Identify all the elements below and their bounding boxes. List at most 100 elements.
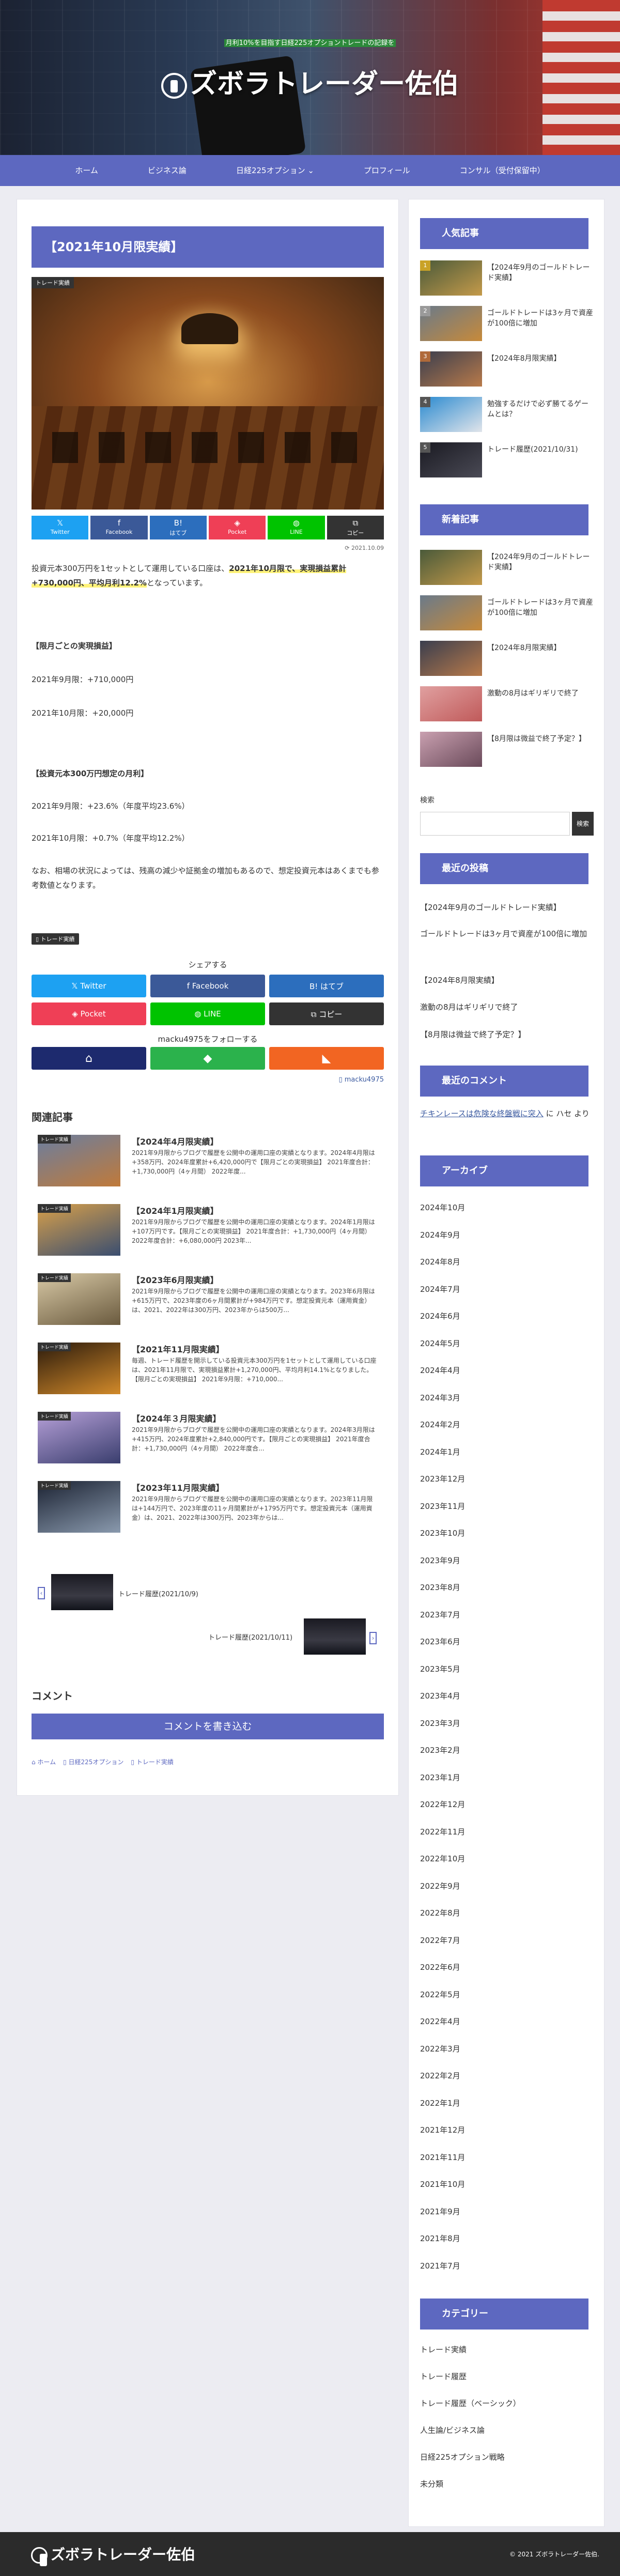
share-big-5-button[interactable]: ⧉ コピー (269, 1002, 384, 1025)
popular-thumb[interactable]: 2 (420, 306, 482, 341)
share-big-3-button[interactable]: ◈ Pocket (32, 1002, 146, 1025)
archive-link[interactable]: 2021年12月 (420, 2124, 594, 2135)
archive-link[interactable]: 2024年3月 (420, 1392, 594, 1403)
archive-link[interactable]: 2022年2月 (420, 2070, 594, 2081)
share-big-0-button[interactable]: 𝕏 Twitter (32, 975, 146, 997)
archive-link[interactable]: 2022年1月 (420, 2097, 594, 2108)
archive-link[interactable]: 2024年9月 (420, 1229, 594, 1240)
nav-item[interactable]: プロフィール (350, 155, 424, 186)
related-thumb[interactable]: トレード実績 (38, 1343, 120, 1394)
share-big-2-button[interactable]: B! はてブ (269, 975, 384, 997)
follow-0-button[interactable]: ⌂ (32, 1047, 146, 1070)
archive-link[interactable]: 2021年10月 (420, 2179, 594, 2189)
related-title[interactable]: 【2024年4月限実績】 (132, 1135, 379, 1147)
nav-item[interactable]: 日経225オプション ⌄ (223, 155, 328, 186)
archive-link[interactable]: 2022年10月 (420, 1853, 594, 1864)
popular-thumb[interactable]: 4 (420, 397, 482, 432)
recent-post-link[interactable]: 【2024年9月のゴールドトレード実績】 (420, 901, 594, 914)
related-thumb[interactable]: トレード実績 (38, 1204, 120, 1256)
archive-link[interactable]: 2023年12月 (420, 1473, 594, 1484)
popular-item[interactable]: 5 トレード履歴(2021/10/31) (420, 442, 594, 477)
nav-item[interactable]: ビジネス論 (134, 155, 200, 186)
search-button[interactable]: 検索 (572, 812, 594, 836)
archive-link[interactable]: 2022年9月 (420, 1880, 594, 1891)
category-link[interactable]: 人生論/ビジネス論 (420, 2425, 594, 2435)
related-thumb[interactable]: トレード実績 (38, 1135, 120, 1186)
recent-post-link[interactable]: 激動の8月はギリギリで終了 (420, 1000, 594, 1014)
comment-post-link[interactable]: チキンレースは危険な終盤戦に突入 (420, 1109, 544, 1118)
popular-item[interactable]: 3 【2024年8月限実績】 (420, 351, 594, 387)
archive-link[interactable]: 2021年11月 (420, 2152, 594, 2163)
related-thumb[interactable]: トレード実績 (38, 1273, 120, 1325)
archive-link[interactable]: 2022年11月 (420, 1826, 594, 1837)
prev-arrow-icon[interactable]: ‹ (38, 1587, 45, 1599)
follow-1-button[interactable]: ◆ (150, 1047, 265, 1070)
category-label[interactable]: トレード実績 (32, 277, 74, 288)
archive-link[interactable]: 2023年9月 (420, 1555, 594, 1566)
popular-item[interactable]: 1 【2024年9月のゴールドトレード実績】 (420, 260, 594, 296)
feedly-link[interactable]: ▯ macku4975 (306, 1076, 384, 1084)
archive-link[interactable]: 2023年8月 (420, 1582, 594, 1593)
recent-post-link[interactable]: 【2024年8月限実績】 (420, 974, 594, 987)
archive-link[interactable]: 2024年8月 (420, 1256, 594, 1267)
related-item[interactable]: トレード実績 【2021年11月限実績】 毎週、トレード履歴を開示している投資元本3… (38, 1343, 379, 1394)
archive-link[interactable]: 2024年6月 (420, 1310, 594, 1321)
related-item[interactable]: トレード実績 【2024年３月限実績】 2021年9月限からブログで履歴を公開中の運… (38, 1412, 379, 1463)
archive-link[interactable]: 2023年11月 (420, 1501, 594, 1511)
nav-item[interactable]: ホーム (61, 155, 112, 186)
related-item[interactable]: トレード実績 【2024年1月限実績】 2021年9月限からブログで履歴を公開中の運… (38, 1204, 379, 1256)
new-title[interactable]: 【2024年8月限実績】 (487, 643, 594, 653)
archive-link[interactable]: 2022年3月 (420, 2043, 594, 2054)
popular-title[interactable]: 【2024年9月のゴールドトレード実績】 (487, 263, 594, 283)
prev-post-link[interactable]: トレード履歴(2021/10/9) (118, 1588, 198, 1598)
category-link[interactable]: トレード履歴 (420, 2371, 594, 2382)
breadcrumb-item[interactable]: ▯ 日経225オプション (63, 1759, 123, 1766)
related-item[interactable]: トレード実績 【2023年6月限実績】 2021年9月限からブログで履歴を公開中の運… (38, 1273, 379, 1325)
archive-link[interactable]: 2021年7月 (420, 2260, 594, 2271)
related-thumb[interactable]: トレード実績 (38, 1481, 120, 1533)
archive-link[interactable]: 2023年10月 (420, 1528, 594, 1538)
prev-thumb[interactable] (51, 1574, 113, 1610)
new-title[interactable]: 【8月限は微益で終了予定？】 (487, 734, 594, 744)
next-post-link[interactable]: トレード履歴(2021/10/11) (208, 1632, 292, 1642)
popular-item[interactable]: 2 ゴールドトレードは3ヶ月で資産が100倍に増加 (420, 306, 594, 341)
category-link[interactable]: トレード実績 (420, 2344, 594, 2355)
new-thumb[interactable] (420, 732, 482, 767)
category-link[interactable]: 日経225オプション戦略 (420, 2451, 594, 2462)
popular-thumb[interactable]: 3 (420, 351, 482, 387)
related-item[interactable]: トレード実績 【2024年4月限実績】 2021年9月限からブログで履歴を公開中の運… (38, 1135, 379, 1186)
archive-link[interactable]: 2021年9月 (420, 2206, 594, 2217)
popular-title[interactable]: 【2024年8月限実績】 (487, 353, 594, 364)
footer-logo[interactable]: ズボラトレーダー佐伯 (31, 2543, 195, 2566)
share-big-4-button[interactable]: ◍ LINE (150, 1002, 265, 1025)
archive-link[interactable]: 2024年2月 (420, 1419, 594, 1430)
popular-title[interactable]: ゴールドトレードは3ヶ月で資産が100倍に増加 (487, 308, 594, 329)
archive-link[interactable]: 2023年7月 (420, 1609, 594, 1620)
related-item[interactable]: トレード実績 【2023年11月限実績】 2021年9月限からブログで履歴を公開中の… (38, 1481, 379, 1533)
archive-link[interactable]: 2024年5月 (420, 1338, 594, 1349)
archive-link[interactable]: 2022年7月 (420, 1935, 594, 1946)
popular-thumb[interactable]: 5 (420, 442, 482, 477)
tag-chip[interactable]: ▯ トレード実績 (32, 933, 79, 945)
related-title[interactable]: 【2023年6月限実績】 (132, 1273, 379, 1286)
recent-post-link[interactable]: ゴールドトレードは3ヶ月で資産が100倍に増加 (420, 927, 594, 940)
share-big-1-button[interactable]: f Facebook (150, 975, 265, 997)
new-item[interactable]: 【2024年9月のゴールドトレード実績】 (420, 550, 594, 585)
category-link[interactable]: 未分類 (420, 2478, 594, 2489)
archive-link[interactable]: 2024年1月 (420, 1446, 594, 1457)
new-item[interactable]: 【8月限は微益で終了予定？】 (420, 732, 594, 767)
related-title[interactable]: 【2021年11月限実績】 (132, 1343, 379, 1355)
archive-link[interactable]: 2022年8月 (420, 1907, 594, 1918)
related-thumb[interactable]: トレード実績 (38, 1412, 120, 1463)
archive-link[interactable]: 2022年4月 (420, 2016, 594, 2027)
archive-link[interactable]: 2022年12月 (420, 1799, 594, 1810)
archive-link[interactable]: 2023年2月 (420, 1745, 594, 1755)
new-item[interactable]: ゴールドトレードは3ヶ月で資産が100倍に増加 (420, 595, 594, 630)
archive-link[interactable]: 2023年5月 (420, 1663, 594, 1674)
popular-title[interactable]: トレード履歴(2021/10/31) (487, 444, 594, 455)
recent-post-link[interactable]: 【8月限は微益で終了予定？】 (420, 1028, 594, 1041)
share-0-button[interactable]: Twitter (32, 516, 89, 539)
archive-link[interactable]: 2024年10月 (420, 1202, 594, 1213)
popular-title[interactable]: 勉強するだけで必ず勝てるゲームとは？ (487, 399, 594, 420)
archive-link[interactable]: 2023年4月 (420, 1690, 594, 1701)
